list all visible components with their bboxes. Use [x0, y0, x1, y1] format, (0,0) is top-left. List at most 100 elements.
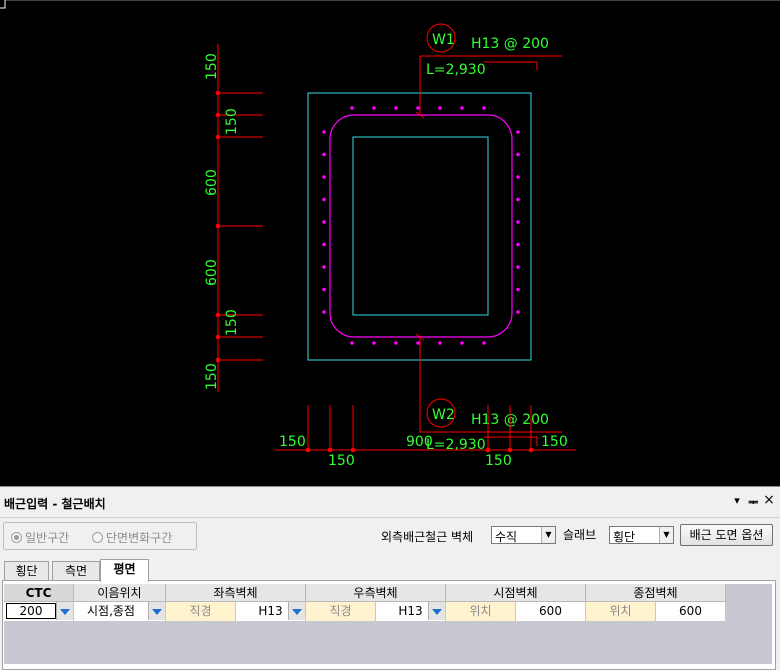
- cad-drawing-canvas[interactable]: 150 150 600 600 150 150 W1 H13 @ 200 L=2…: [0, 0, 780, 487]
- callout-rebar-w1: H13 @ 200: [471, 36, 549, 52]
- radio-unselected-icon: [92, 532, 103, 543]
- dim-h-left-below: 150: [328, 453, 355, 469]
- callout-length-w2: L=2,930: [426, 437, 486, 453]
- tab-cross-section[interactable]: 횡단: [4, 561, 49, 581]
- rebar-dot: [350, 341, 354, 345]
- rebar-dot: [482, 106, 486, 110]
- header-left-wall: 좌측벽체: [166, 584, 306, 602]
- rebar-dot: [516, 242, 520, 247]
- chevron-down-icon: [428, 602, 445, 620]
- rebar-dot: [516, 152, 520, 157]
- rebar-drawing-options-button[interactable]: 배근 도면 옵션: [680, 524, 773, 546]
- chevron-down-icon: ▼: [659, 527, 673, 543]
- radio-general-label: 일반구간: [25, 531, 70, 545]
- rebar-input-panel: 배근입력 - 철근배치 ▾ ᆍ × 일반구간 단면변화구간 외측배근철근 벽체 …: [0, 487, 780, 670]
- rebar-grid: CTC 이음위치 좌측벽체 우측벽체 시점벽체 종점벽체 200 시점,종점 직…: [4, 584, 772, 664]
- ctc-select[interactable]: 200: [4, 602, 74, 622]
- radio-section-change[interactable]: 단면변화구간: [92, 529, 172, 546]
- rebar-dot: [516, 220, 520, 224]
- callout-length-w1: L=2,930: [426, 62, 486, 78]
- section-type-group: 일반구간 단면변화구간: [3, 522, 197, 550]
- end-wall-position-label: 위치: [586, 602, 656, 622]
- end-wall-position-input[interactable]: 600: [656, 602, 726, 622]
- dim-v-2: 150: [224, 108, 240, 135]
- left-wall-diameter-select[interactable]: H13: [236, 602, 306, 622]
- start-wall-position-label: 위치: [446, 602, 516, 622]
- rebar-dot: [516, 265, 520, 269]
- slab-value: 횡단: [613, 530, 636, 544]
- slab-label: 슬래브: [563, 528, 597, 542]
- outer-concrete-outline: [307, 92, 532, 361]
- dim-h-right-below: 150: [485, 453, 512, 469]
- rebar-dot: [438, 106, 442, 110]
- splice-select[interactable]: 시점,종점: [74, 602, 166, 622]
- dim-h-left: 150: [279, 434, 306, 450]
- rebar-dot: [322, 265, 326, 269]
- rebar-dot: [322, 220, 326, 224]
- dim-h-right: 150: [541, 434, 568, 450]
- chevron-down-icon: [148, 602, 165, 620]
- chevron-down-icon: [288, 602, 305, 620]
- header-right-wall: 우측벽체: [306, 584, 446, 602]
- dim-v-1: 150: [204, 53, 220, 80]
- chevron-down-icon: [56, 602, 73, 620]
- rebar-dots: [322, 106, 520, 345]
- rebar-dot: [322, 175, 326, 179]
- rebar-dot: [516, 197, 520, 202]
- rebar-dot: [394, 106, 398, 110]
- callout-tag-w1: W1: [432, 32, 455, 48]
- header-ctc: CTC: [4, 584, 74, 602]
- dim-v-4: 600: [204, 259, 220, 286]
- right-wall-diameter-value: H13: [398, 604, 423, 618]
- outer-rebar-label: 외측배근철근 벽체: [381, 530, 474, 544]
- rebar-dot: [416, 106, 420, 110]
- callout-tag-w2: W2: [432, 407, 455, 423]
- rebar-plan-drawing: 150 150 600 600 150 150 W1 H13 @ 200 L=2…: [0, 0, 780, 469]
- dim-v-6: 150: [204, 363, 220, 390]
- left-wall-diameter-value: H13: [258, 604, 283, 618]
- rebar-dot: [416, 341, 420, 345]
- ctc-value: 200: [6, 603, 56, 619]
- panel-titlebar: 배근입력 - 철근배치 ▾ ᆍ ×: [0, 487, 780, 518]
- header-end-wall: 종점벽체: [586, 584, 726, 602]
- panel-menu-dropdown-icon[interactable]: ▾: [730, 494, 744, 507]
- right-wall-diameter-label: 직경: [306, 602, 376, 622]
- rebar-dot: [394, 341, 398, 345]
- rebar-dot: [516, 175, 520, 179]
- outer-rebar-value: 수직: [495, 530, 518, 544]
- rebar-dot: [372, 341, 376, 345]
- outer-rebar-select[interactable]: 수직 ▼: [491, 526, 556, 544]
- header-start-wall: 시점벽체: [446, 584, 586, 602]
- header-splice-position: 이음위치: [74, 584, 166, 602]
- rebar-dot: [460, 341, 464, 345]
- tab-plan[interactable]: 평면: [100, 559, 149, 582]
- rebar-dot: [516, 130, 520, 134]
- start-wall-position-input[interactable]: 600: [516, 602, 586, 622]
- rebar-dot: [482, 341, 486, 345]
- right-wall-diameter-select[interactable]: H13: [376, 602, 446, 622]
- rebar-dot: [322, 310, 326, 314]
- splice-value: 시점,종점: [87, 604, 135, 618]
- rebar-dot: [322, 197, 326, 202]
- radio-general-section[interactable]: 일반구간: [11, 529, 69, 546]
- rebar-dot: [516, 287, 520, 292]
- panel-title: 배근입력 - 철근배치: [4, 497, 106, 511]
- rebar-dot: [322, 242, 326, 247]
- rebar-dot: [322, 130, 326, 134]
- tab-side[interactable]: 측면: [52, 561, 100, 581]
- rebar-dot: [438, 341, 442, 345]
- close-icon[interactable]: ×: [762, 492, 776, 508]
- rebar-ring: [329, 114, 513, 338]
- dim-v-5: 150: [224, 309, 240, 336]
- rebar-dot: [350, 106, 354, 110]
- radio-selected-icon: [11, 532, 22, 543]
- rebar-dot: [516, 310, 520, 314]
- inner-concrete-outline: [352, 136, 489, 316]
- left-wall-diameter-label: 직경: [166, 602, 236, 622]
- slab-select[interactable]: 횡단 ▼: [609, 526, 674, 544]
- chevron-down-icon: ▼: [541, 527, 555, 543]
- rebar-dot: [322, 287, 326, 292]
- rebar-dot: [322, 152, 326, 157]
- pin-icon[interactable]: ᆍ: [746, 494, 760, 510]
- dim-h-mid: 900: [406, 434, 433, 450]
